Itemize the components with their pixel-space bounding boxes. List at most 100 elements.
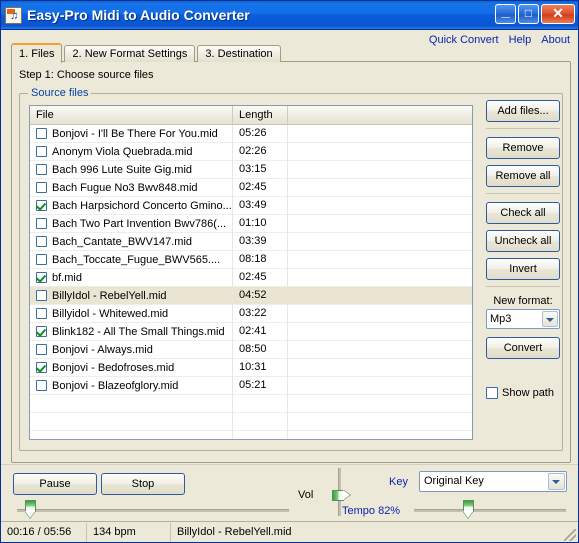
row-checkbox[interactable] [36, 146, 47, 157]
row-checkbox[interactable] [36, 326, 47, 337]
row-checkbox[interactable] [36, 128, 47, 139]
row-checkbox[interactable] [36, 272, 47, 283]
file-name: Blink182 - All The Small Things.mid [52, 325, 225, 338]
source-files-group: Source files File Length Bonjovi - I'll … [19, 87, 563, 451]
remove-button[interactable]: Remove [486, 137, 560, 159]
tempo-thumb[interactable] [463, 500, 475, 519]
table-row[interactable]: Bonjovi - Blazeofglory.mid 05:21 [30, 376, 472, 395]
row-checkbox[interactable] [36, 254, 47, 265]
row-checkbox[interactable] [36, 308, 47, 319]
pause-button[interactable]: Pause [13, 473, 97, 495]
show-path-label: Show path [502, 387, 554, 399]
minimize-icon: _ [501, 3, 510, 20]
cell-file: Blink182 - All The Small Things.mid [30, 322, 233, 341]
new-format-value: Mp3 [490, 313, 512, 325]
cell-empty [233, 394, 288, 413]
check-all-button[interactable]: Check all [486, 202, 560, 224]
table-row[interactable]: Billyidol - Whitewed.mid 03:22 [30, 304, 472, 323]
table-row[interactable]: Bonjovi - Always.mid 08:50 [30, 340, 472, 359]
convert-button[interactable]: Convert [486, 337, 560, 359]
table-row-empty [30, 430, 472, 439]
table-row[interactable]: Bach_Cantate_BWV147.mid 03:39 [30, 232, 472, 251]
seek-thumb[interactable] [25, 500, 37, 519]
cell-file: Billyidol - Whitewed.mid [30, 304, 233, 323]
cell-extra [288, 125, 472, 143]
file-name: Bach_Toccate_Fugue_BWV565.... [52, 253, 221, 266]
show-path-checkbox[interactable]: Show path [486, 387, 560, 399]
table-row[interactable]: Blink182 - All The Small Things.mid 02:41 [30, 322, 472, 341]
cell-file: Bonjovi - Bedofroses.mid [30, 358, 233, 377]
cell-extra [288, 269, 472, 287]
checkbox-box[interactable] [486, 387, 498, 399]
add-files-button[interactable]: Add files... [486, 100, 560, 122]
tempo-label: Tempo 82% [342, 505, 401, 517]
table-row[interactable]: Bach Fugue No3 Bwv848.mid 02:45 [30, 178, 472, 197]
file-name: bf.mid [52, 271, 82, 284]
key-select[interactable]: Original Key [419, 471, 567, 492]
row-checkbox[interactable] [36, 380, 47, 391]
file-name: Bonjovi - Blazeofglory.mid [52, 379, 179, 392]
table-row[interactable]: Bonjovi - Bedofroses.mid 10:31 [30, 358, 472, 377]
table-row[interactable]: Bach Two Part Invention Bwv786(... 01:10 [30, 214, 472, 233]
maximize-button[interactable]: □ [518, 4, 539, 24]
resize-grip-icon[interactable] [564, 529, 576, 541]
tempo-slider[interactable] [414, 500, 566, 519]
cell-file: Bach Fugue No3 Bwv848.mid [30, 178, 233, 197]
invert-button[interactable]: Invert [486, 258, 560, 280]
file-name: Bach 996 Lute Suite Gig.mid [52, 163, 193, 176]
file-actions-panel: Add files... Remove Remove all Check all… [486, 100, 560, 399]
column-header-length[interactable]: Length [233, 106, 288, 124]
cell-extra [288, 323, 472, 341]
stop-button[interactable]: Stop [101, 473, 185, 495]
status-track: BillyIdol - RebelYell.mid [177, 526, 292, 538]
table-row[interactable]: Bonjovi - I'll Be There For You.mid 05:26 [30, 124, 472, 143]
cell-extra [288, 359, 472, 377]
table-row[interactable]: Bach_Toccate_Fugue_BWV565.... 08:18 [30, 250, 472, 269]
file-name: Bach_Cantate_BWV147.mid [52, 235, 193, 248]
window-controls: _ □ ✕ [495, 4, 575, 24]
file-list[interactable]: File Length Bonjovi - I'll Be There For … [29, 105, 473, 440]
file-name: Bach Two Part Invention Bwv786(... [52, 217, 227, 230]
close-icon: ✕ [552, 5, 564, 21]
tab-destination[interactable]: 3. Destination [197, 45, 281, 62]
status-bar: 00:16 / 05:56 134 bpm BillyIdol - RebelY… [1, 521, 578, 542]
cell-file: Bonjovi - Always.mid [30, 340, 233, 359]
row-checkbox[interactable] [36, 362, 47, 373]
uncheck-all-button[interactable]: Uncheck all [486, 230, 560, 252]
table-row[interactable]: BillyIdol - RebelYell.mid 04:52 [30, 286, 472, 305]
new-format-select[interactable]: Mp3 [486, 309, 560, 329]
application-window: Easy-Pro Midi to Audio Converter _ □ ✕ Q… [0, 0, 579, 543]
row-checkbox[interactable] [36, 182, 47, 193]
table-row[interactable]: Anonym Viola Quebrada.mid 02:26 [30, 142, 472, 161]
tab-files[interactable]: 1. Files [11, 43, 63, 63]
row-checkbox[interactable] [36, 200, 47, 211]
seek-slider[interactable] [17, 500, 289, 519]
cell-empty [288, 395, 472, 413]
row-checkbox[interactable] [36, 344, 47, 355]
volume-thumb[interactable] [332, 490, 351, 502]
tab-new-format-settings[interactable]: 2. New Format Settings [64, 45, 196, 62]
thumb-tip [463, 511, 474, 518]
row-checkbox[interactable] [36, 236, 47, 247]
cell-file: bf.mid [30, 268, 233, 287]
remove-all-button[interactable]: Remove all [486, 165, 560, 187]
cell-length: 01:10 [233, 214, 288, 233]
cell-extra [288, 341, 472, 359]
file-name: Bonjovi - Always.mid [52, 343, 153, 356]
chevron-down-icon[interactable] [542, 311, 558, 327]
player-controls-bar: Pause Stop Vol Tempo 82% Key Original Ke… [1, 464, 578, 522]
minimize-button[interactable]: _ [495, 4, 516, 24]
column-header-file[interactable]: File [30, 106, 233, 124]
cell-length: 04:52 [233, 286, 288, 305]
row-checkbox[interactable] [36, 290, 47, 301]
row-checkbox[interactable] [36, 164, 47, 175]
cell-length: 08:18 [233, 250, 288, 269]
column-header-extra[interactable] [288, 106, 472, 124]
table-row[interactable]: bf.mid 02:45 [30, 268, 472, 287]
close-button[interactable]: ✕ [541, 4, 575, 24]
table-row[interactable]: Bach 996 Lute Suite Gig.mid 03:15 [30, 160, 472, 179]
chevron-down-icon[interactable] [548, 473, 565, 490]
cell-empty [233, 430, 288, 439]
table-row[interactable]: Bach Harpsichord Concerto Gmino... 03:49 [30, 196, 472, 215]
row-checkbox[interactable] [36, 218, 47, 229]
